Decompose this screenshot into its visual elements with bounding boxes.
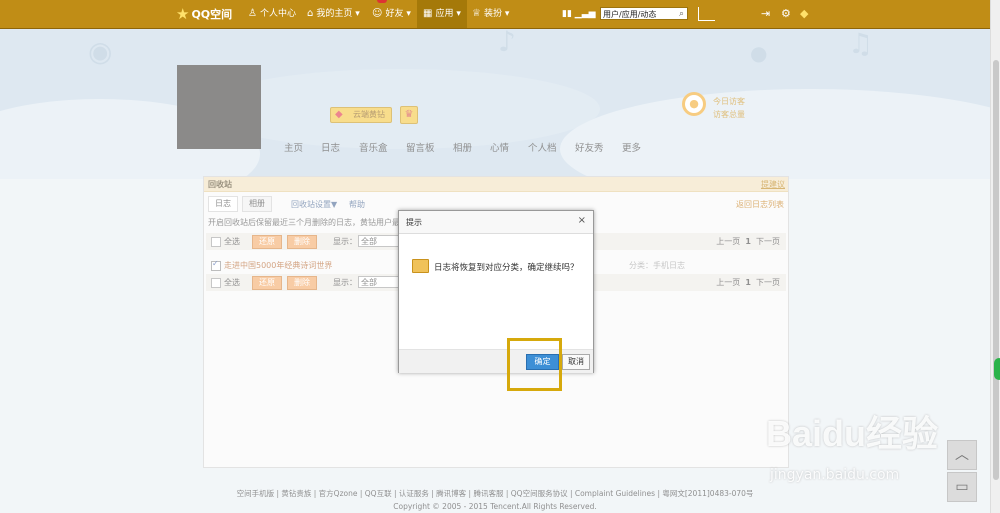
watermark-url: jingyan.baidu.com	[770, 467, 900, 483]
scroll-top-button[interactable]: ︿	[947, 440, 977, 470]
friends-badge: 11	[377, 0, 387, 3]
confirm-dialog: 提示 × 日志将恢复到对应分类，确定继续吗？ 确定 取消	[398, 210, 594, 373]
qzone-logo[interactable]: ★ QQ空间	[176, 0, 232, 28]
top-bar: ★QQ空间 ♙个人中心 ⌂我的主页 ▾ ☺好友 ▾11 ▦应用 ▾ ♕装扮 ▾ …	[0, 0, 990, 29]
personal-center-link[interactable]: ♙ 个人中心	[248, 0, 296, 28]
my-home-link[interactable]: ⌂ 我的主页 ▾	[307, 0, 360, 28]
apps-menu[interactable]: ▦ 应用 ▾	[423, 0, 461, 28]
logout-icon[interactable]: ⇥	[761, 0, 770, 28]
user-icon: ♙	[248, 8, 257, 19]
side-widget-icon[interactable]	[994, 358, 1000, 380]
divider	[698, 7, 715, 21]
highlight-box	[507, 338, 562, 391]
dressup-menu[interactable]: ♕ 装扮 ▾	[472, 0, 509, 28]
friends-icon: ☺	[372, 8, 383, 19]
diamond-icon[interactable]: ◆	[800, 0, 808, 28]
folder-icon	[412, 259, 429, 273]
cancel-button[interactable]: 取消	[562, 354, 590, 370]
feedback-button[interactable]: ▭	[947, 472, 977, 502]
music-bars-icon[interactable]: ▮▮ ▁▃▅	[562, 0, 596, 28]
close-icon[interactable]: ×	[578, 215, 586, 226]
star-icon: ★	[176, 5, 190, 23]
home-icon: ⌂	[307, 8, 314, 19]
friends-link[interactable]: ☺好友 ▾11	[372, 0, 411, 28]
search-input[interactable]: 用户/应用/动态 ⌕	[600, 7, 688, 20]
gear-icon[interactable]: ⚙	[781, 0, 791, 28]
watermark-logo: Baidu经验	[766, 413, 939, 454]
scrollbar[interactable]	[990, 0, 1000, 513]
dialog-message: 日志将恢复到对应分类，确定继续吗？	[434, 263, 579, 273]
grid-icon: ▦	[423, 8, 433, 19]
dialog-title: 提示	[406, 218, 422, 227]
scrollbar-thumb[interactable]	[993, 60, 999, 480]
dialog-header: 提示 ×	[399, 211, 593, 234]
shirt-icon: ♕	[472, 8, 481, 19]
search-icon[interactable]: ⌕	[679, 8, 684, 21]
